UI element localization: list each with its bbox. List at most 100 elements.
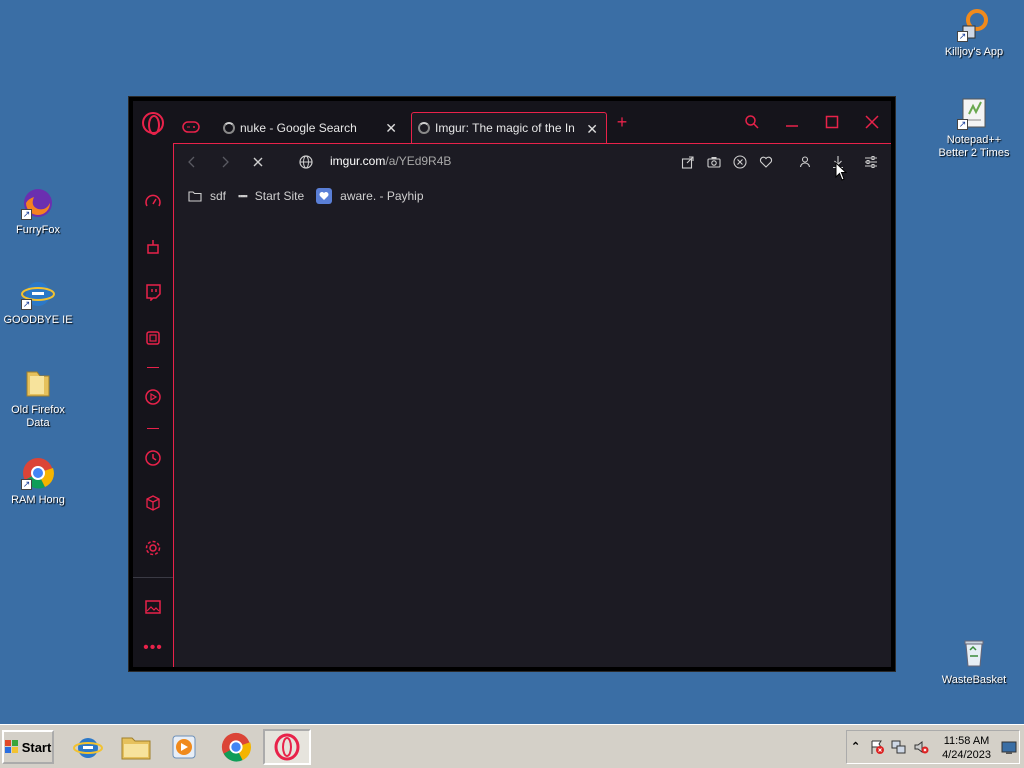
desktop-icon-ram-hong[interactable]: ↗ RAM Hong [0,456,76,507]
loading-spinner-icon [223,121,235,134]
bookmark-item-sdf[interactable]: sdf [188,189,226,203]
clock-time: 11:58 AM [943,735,990,747]
chrome-icon [221,732,252,762]
tab-nuke-google-search[interactable]: nuke - Google Search ✕ [215,112,405,143]
page-viewport[interactable] [174,212,891,667]
volume-muted-icon[interactable] [913,739,929,758]
tab-close-icon[interactable]: ✕ [385,120,397,137]
desktop-icon-label: RAM Hong [11,494,65,506]
gx-corner-gamepad-icon[interactable] [181,117,201,137]
recycle-bin-icon [957,636,991,670]
site-info-globe-icon[interactable] [296,152,316,172]
taskbar-opera-gx[interactable] [263,729,311,765]
snapshot-camera-icon[interactable] [704,152,724,172]
desktop-icon-notepadpp[interactable]: ↗ Notepad++ Better 2 Times [936,96,1012,160]
bookmark-item-aware-payhip[interactable]: aware. - Payhip [316,188,424,204]
history-icon[interactable] [143,448,163,468]
browser-sidebar: ••• [133,101,173,667]
desktop-icon-label: FurryFox [16,224,60,236]
maximize-button[interactable] [821,111,843,133]
stop-loading-button[interactable] [248,152,268,172]
app-icon: ↗ [957,8,991,42]
show-desktop-icon[interactable] [1001,741,1017,758]
browser-content: imgur.com/a/YEd9R4B sdf ▪▪▪▪ Start Site … [173,143,891,667]
player-icon[interactable] [143,387,163,407]
bookmark-label: sdf [210,189,227,203]
bookmark-item-start-site[interactable]: ▪▪▪▪ Start Site [238,189,304,203]
opera-logo-icon[interactable] [142,112,164,135]
desktop-icon-old-firefox-data[interactable]: Old Firefox Data [0,366,76,430]
loading-spinner-icon [418,122,430,134]
sidebar-divider [133,577,173,578]
close-window-button[interactable] [861,111,883,133]
desktop-icon-wastebasket[interactable]: WasteBasket [936,636,1012,687]
desktop-icon-label: Killjoy's App [944,46,1004,58]
network-icon[interactable] [891,739,907,758]
desktop-icon-label: GOODBYE IE [3,314,73,326]
url-host: imgur.com [330,154,386,168]
tray-expand-icon[interactable]: ⌃ [851,740,860,753]
taskbar-file-explorer[interactable] [116,729,156,765]
payhip-favicon-icon [316,188,333,204]
settings-gear-icon[interactable] [143,538,163,558]
file-explorer-folder-icon [121,737,151,760]
wallpaper-image-icon[interactable] [143,597,163,617]
tab-close-icon[interactable]: ✕ [586,121,598,138]
taskbar-chrome[interactable] [216,729,256,765]
easy-setup-menu-icon[interactable] [861,152,881,172]
url-path: /a/YEd9R4B [385,154,452,168]
action-center-flag-icon[interactable] [869,739,885,758]
firefox-icon: ↗ [21,186,55,220]
mouse-cursor-icon [835,161,848,185]
search-tabs-icon[interactable] [741,111,763,133]
minimize-button[interactable] [781,111,803,133]
cpu-limiter-icon[interactable] [143,328,163,348]
tab-title: Imgur: The magic of the Internet [435,121,575,135]
bookmark-heart-icon[interactable] [756,152,776,172]
ad-blocker-icon[interactable] [730,152,750,172]
tab-bar: nuke - Google Search ✕ Imgur: The magic … [173,101,891,143]
desktop-icon-furryfox[interactable]: ↗ FurryFox [0,186,76,237]
desktop-icon-label: WasteBasket [941,674,1007,686]
forward-button[interactable] [215,152,235,172]
browser-window: ••• nuke - Google Search ✕ Imgur: The ma… [128,96,896,672]
sidebar-divider [147,428,159,429]
media-player-icon [172,735,196,759]
taskbar-media-player[interactable] [164,729,204,765]
cleaner-icon[interactable] [143,237,163,257]
tab-imgur[interactable]: Imgur: The magic of the Internet ✕ [411,112,607,143]
share-icon[interactable] [678,152,698,172]
internet-explorer-icon: ↗ [21,276,55,310]
desktop-icon-killjoys-app[interactable]: ↗ Killjoy's App [936,8,1012,59]
desktop-icon-label: Notepad++ Better 2 Times [938,134,1010,159]
system-tray: ⌃ 11:58 AM 4/24/2023 [846,730,1020,764]
more-options-icon[interactable]: ••• [143,638,163,658]
internet-explorer-icon [73,738,103,758]
desktop-icon-goodbye-ie[interactable]: ↗ GOODBYE IE [0,276,76,327]
sidebar-divider [147,367,159,368]
speed-dial-icon[interactable] [143,192,163,212]
account-user-icon[interactable] [795,152,815,172]
back-button[interactable] [182,152,202,172]
windows-flag-icon [4,740,19,754]
bookmark-label: Start Site [254,189,305,203]
extensions-box-icon[interactable] [143,493,163,513]
start-button[interactable]: Start [2,730,54,764]
opera-gx-icon [274,733,300,761]
taskbar-clock[interactable]: 11:58 AM 4/24/2023 [942,734,991,762]
new-tab-button[interactable]: + [611,111,633,133]
start-label: Start [21,739,52,755]
clock-date: 4/24/2023 [942,749,991,761]
bookmark-label: aware. - Payhip [340,189,424,203]
twitch-icon[interactable] [143,282,163,302]
address-bar-row: imgur.com/a/YEd9R4B [174,144,891,180]
chrome-icon: ↗ [21,456,55,490]
folder-icon [188,190,202,202]
speed-dial-dots-icon: ▪▪▪▪ [238,191,248,201]
notepad-icon: ↗ [957,96,991,130]
folder-icon [21,366,55,400]
desktop-icon-label: Old Firefox Data [11,404,65,429]
taskbar: Start ⌃ 11:58 AM 4/24/2023 [0,724,1024,768]
address-bar-url[interactable]: imgur.com/a/YEd9R4B [330,154,451,168]
taskbar-internet-explorer[interactable] [68,729,108,765]
